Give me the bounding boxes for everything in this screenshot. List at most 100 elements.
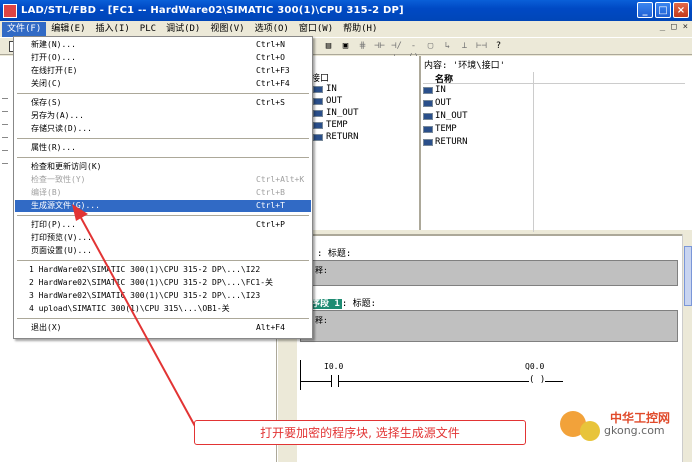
content-panel: 内容: '环境\接口' 名称 IN OUT IN_OUT TEMP RETURN: [421, 56, 692, 232]
block-title[interactable]: : 标题:: [317, 246, 351, 259]
mdi-controls: _ □ ×: [660, 22, 688, 32]
mdi-restore-button[interactable]: □: [671, 22, 676, 32]
contact-no-icon[interactable]: ⊣⊢: [373, 40, 386, 52]
menu-insert[interactable]: 插入(I): [91, 22, 135, 37]
menu-item-print-preview[interactable]: 打印预览(V)...: [15, 232, 311, 244]
rung-wire: [339, 381, 529, 382]
tree-expander[interactable]: [2, 150, 8, 151]
block-comment[interactable]: 释:: [300, 260, 678, 286]
connection-icon[interactable]: ⊢⊣: [475, 40, 488, 52]
network-title: : 标题:: [341, 299, 377, 309]
tree-expander[interactable]: [2, 98, 8, 99]
mdi-close-button[interactable]: ×: [683, 22, 688, 32]
power-rail: [300, 360, 301, 390]
network-comment[interactable]: 释:: [300, 310, 678, 342]
menu-bar: 文件(F) 编辑(E) 插入(I) PLC 调试(D) 视图(V) 选项(O) …: [0, 21, 692, 37]
menu-item-recent-1[interactable]: 1 HardWare02\SIMATIC 300(1)\CPU 315-2 DP…: [15, 264, 311, 276]
interface-icon: [313, 85, 323, 93]
tree-item-label: IN_OUT: [326, 108, 359, 118]
tree-item[interactable]: OUT: [313, 95, 342, 107]
interface-icon: [423, 86, 433, 94]
coil-symbol[interactable]: ( ): [529, 375, 545, 385]
content-row[interactable]: IN: [423, 84, 446, 96]
tree-item[interactable]: IN_OUT: [313, 107, 359, 119]
tree-item[interactable]: RETURN: [313, 131, 359, 143]
branch-open-icon[interactable]: ↳: [441, 40, 454, 52]
interface-icon: [423, 112, 433, 120]
content-row-label: IN_OUT: [435, 111, 468, 121]
box-icon[interactable]: ▢: [424, 40, 437, 52]
menu-item-save-as[interactable]: 另存为(A)...: [15, 110, 311, 122]
menu-item-store-read-only[interactable]: 存储只读(D)...: [15, 123, 311, 135]
menu-item-new[interactable]: 新建(N)... Ctrl+N: [15, 39, 311, 51]
menu-view[interactable]: 视图(V): [205, 22, 249, 37]
network-comment-label: 释:: [315, 316, 328, 325]
menu-item-recent-4[interactable]: 4 upload\SIMATIC 300(1)\CPU 315\...\OB1-…: [15, 303, 311, 315]
tree-item[interactable]: TEMP: [313, 119, 348, 131]
rung-wire: [300, 381, 331, 382]
menu-item-check-consistency[interactable]: 检查一致性(Y) Ctrl+Alt+K: [15, 174, 311, 186]
rung-wire: [545, 381, 563, 382]
menu-item-print[interactable]: 打印(P)... Ctrl+P: [15, 219, 311, 231]
help-icon[interactable]: ?: [492, 40, 505, 52]
menu-debug[interactable]: 调试(D): [161, 22, 205, 37]
contact-address[interactable]: I0.0: [324, 362, 343, 371]
scroll-thumb[interactable]: [684, 246, 692, 306]
menu-help[interactable]: 帮助(H): [338, 22, 382, 37]
menu-item-open[interactable]: 打开(O)... Ctrl+O: [15, 52, 311, 64]
tree-expander[interactable]: [2, 163, 8, 164]
tree-expander[interactable]: [2, 124, 8, 125]
menu-item-save[interactable]: 保存(S) Ctrl+S: [15, 97, 311, 109]
interface-icon: [423, 125, 433, 133]
tree-item-label: RETURN: [326, 132, 359, 142]
menu-options[interactable]: 选项(O): [250, 22, 294, 37]
menu-item-generate-source[interactable]: 生成源文件(G)... Ctrl+T: [15, 200, 311, 212]
coil-icon[interactable]: -(): [407, 40, 420, 63]
content-row[interactable]: IN_OUT: [423, 110, 468, 122]
interface-icon: [313, 133, 323, 141]
coil-address[interactable]: Q0.0: [525, 362, 544, 371]
table-icon[interactable]: ▤: [322, 40, 335, 52]
close-button[interactable]: ×: [673, 2, 689, 18]
contact-left-bar: [331, 375, 332, 387]
menu-item-compile[interactable]: 编译(B) Ctrl+B: [15, 187, 311, 199]
menu-window[interactable]: 窗口(W): [294, 22, 338, 37]
menu-edit[interactable]: 编辑(E): [46, 22, 90, 37]
tree-item-label: TEMP: [326, 120, 348, 130]
tree-root[interactable]: 接口: [311, 71, 329, 84]
window-icon[interactable]: ▣: [339, 40, 352, 52]
content-row[interactable]: OUT: [423, 97, 451, 109]
branch-close-icon[interactable]: ⊥: [458, 40, 471, 52]
menu-item-check-update[interactable]: 检查和更新访问(K): [15, 161, 311, 173]
menu-item-open-online[interactable]: 在线打开(E) Ctrl+F3: [15, 65, 311, 77]
gear-icon: [580, 421, 600, 441]
menu-item-recent-2[interactable]: 2 HardWare02\SIMATIC 300(1)\CPU 315-2 DP…: [15, 277, 311, 289]
mdi-minimize-button[interactable]: _: [660, 22, 665, 32]
content-row-label: IN: [435, 85, 446, 95]
content-header: 名称: [423, 72, 685, 232]
tree-expander[interactable]: [2, 111, 8, 112]
menu-item-recent-3[interactable]: 3 HardWare02\SIMATIC 300(1)\CPU 315-2 DP…: [15, 290, 311, 302]
window-title: LAD/STL/FBD - [FC1 -- HardWare02\SIMATIC…: [21, 5, 404, 16]
menu-item-properties[interactable]: 属性(R)...: [15, 142, 311, 154]
menu-item-close[interactable]: 关闭(C) Ctrl+F4: [15, 78, 311, 90]
menu-item-exit[interactable]: 退出(X) Alt+F4: [15, 322, 311, 334]
interface-icon: [313, 109, 323, 117]
contact-nc-icon[interactable]: ⊣/⊢: [390, 40, 403, 63]
maximize-button[interactable]: □: [655, 2, 671, 18]
content-row[interactable]: RETURN: [423, 136, 468, 148]
column-divider: [533, 72, 534, 232]
interface-tree-panel: 接口 IN OUT IN_OUT TEMP RETURN: [297, 56, 421, 230]
menu-file[interactable]: 文件(F): [2, 21, 47, 37]
content-row[interactable]: TEMP: [423, 123, 457, 135]
grid-icon[interactable]: ⋕: [356, 40, 369, 52]
tree-expander[interactable]: [2, 137, 8, 138]
file-menu-dropdown: 新建(N)... Ctrl+N 打开(O)... Ctrl+O 在线打开(E) Ctr…: [13, 36, 313, 339]
minimize-button[interactable]: _: [637, 2, 653, 18]
menu-plc[interactable]: PLC: [135, 22, 161, 37]
tree-item[interactable]: IN: [313, 83, 337, 95]
content-row-label: TEMP: [435, 124, 457, 134]
app-icon: [3, 3, 17, 18]
menu-item-page-setup[interactable]: 页面设置(U)...: [15, 245, 311, 257]
interface-icon: [313, 121, 323, 129]
